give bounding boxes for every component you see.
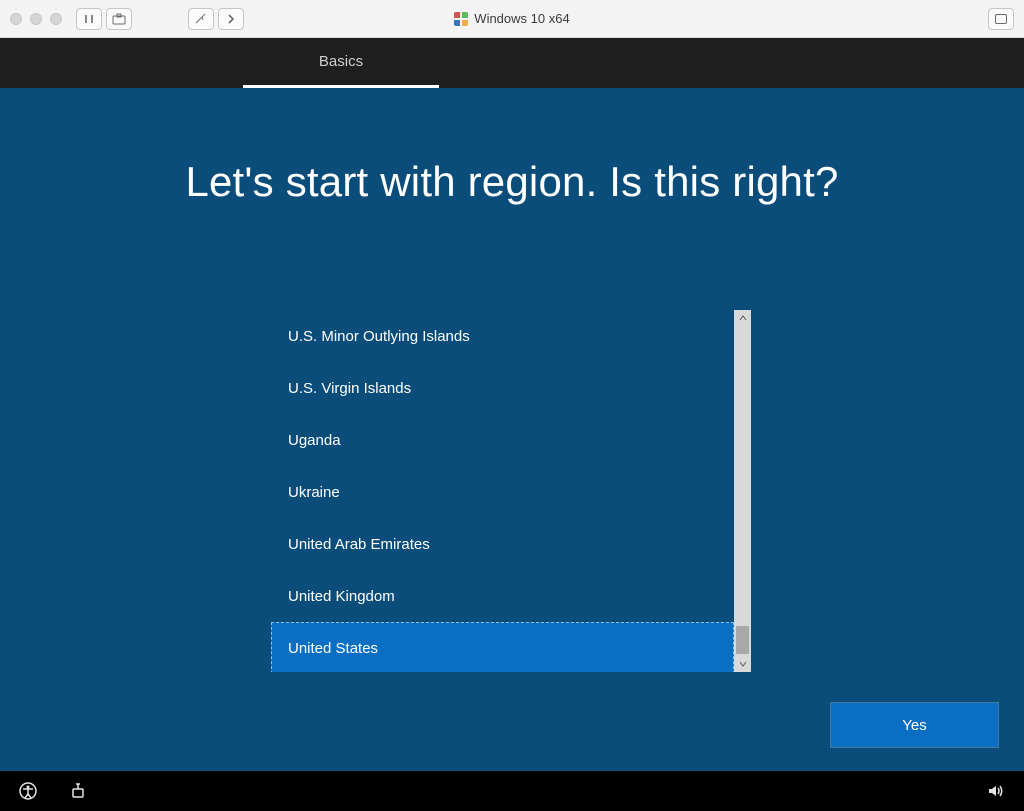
zoom-window-dot[interactable] [50, 13, 62, 25]
scroll-thumb[interactable] [736, 626, 749, 654]
window-traffic-lights [10, 13, 62, 25]
vm-host-toolbar: Windows 10 x64 [0, 0, 1024, 38]
region-list[interactable]: U.S. Minor Outlying Islands U.S. Virgin I… [271, 310, 734, 672]
guest-os: Basics Let's start with region. Is this … [0, 38, 1024, 811]
region-list-container: U.S. Minor Outlying Islands U.S. Virgin I… [271, 310, 751, 672]
region-item-label: U.S. Virgin Islands [288, 380, 411, 397]
vm-title: Windows 10 x64 [0, 0, 1024, 37]
tab-basics[interactable]: Basics [243, 38, 439, 88]
region-item-label: U.S. Minor Outlying Islands [288, 328, 470, 345]
tab-basics-label: Basics [319, 53, 363, 70]
volume-icon[interactable] [986, 781, 1006, 801]
host-toolbar-group-left [76, 8, 132, 30]
settings-button[interactable] [188, 8, 214, 30]
forward-button[interactable] [218, 8, 244, 30]
oobe-body: Let's start with region. Is this right? … [0, 88, 1024, 771]
region-item-label: United Arab Emirates [288, 536, 430, 553]
region-item-label: United Kingdom [288, 588, 395, 605]
region-item[interactable]: Ukraine [271, 466, 734, 518]
region-item[interactable]: United Kingdom [271, 570, 734, 622]
windows-logo-icon [454, 12, 468, 26]
oobe-topbar: Basics [0, 38, 1024, 88]
region-scrollbar[interactable] [734, 310, 751, 672]
fullscreen-button[interactable] [988, 8, 1014, 30]
scroll-track[interactable] [734, 326, 751, 656]
oobe-bottombar [0, 771, 1024, 811]
close-window-dot[interactable] [10, 13, 22, 25]
region-item[interactable]: United Arab Emirates [271, 518, 734, 570]
ease-of-access-icon[interactable] [18, 781, 38, 801]
ime-icon[interactable] [68, 781, 88, 801]
yes-button[interactable]: Yes [831, 703, 998, 747]
region-item[interactable]: U.S. Minor Outlying Islands [271, 310, 734, 362]
region-item[interactable]: Uganda [271, 414, 734, 466]
snapshot-button[interactable] [106, 8, 132, 30]
region-item-label: Ukraine [288, 484, 340, 501]
scroll-down-arrow-icon[interactable] [734, 656, 751, 672]
region-item[interactable]: United States [271, 622, 734, 672]
vm-title-text: Windows 10 x64 [474, 11, 569, 26]
scroll-up-arrow-icon[interactable] [734, 310, 751, 326]
region-item[interactable]: U.S. Virgin Islands [271, 362, 734, 414]
minimize-window-dot[interactable] [30, 13, 42, 25]
region-item-label: United States [288, 640, 378, 657]
region-item-label: Uganda [288, 432, 341, 449]
yes-button-label: Yes [902, 717, 926, 734]
oobe-heading: Let's start with region. Is this right? [0, 158, 1024, 206]
pause-vm-button[interactable] [76, 8, 102, 30]
host-toolbar-group-right [988, 8, 1014, 30]
host-toolbar-group-tools [188, 8, 244, 30]
